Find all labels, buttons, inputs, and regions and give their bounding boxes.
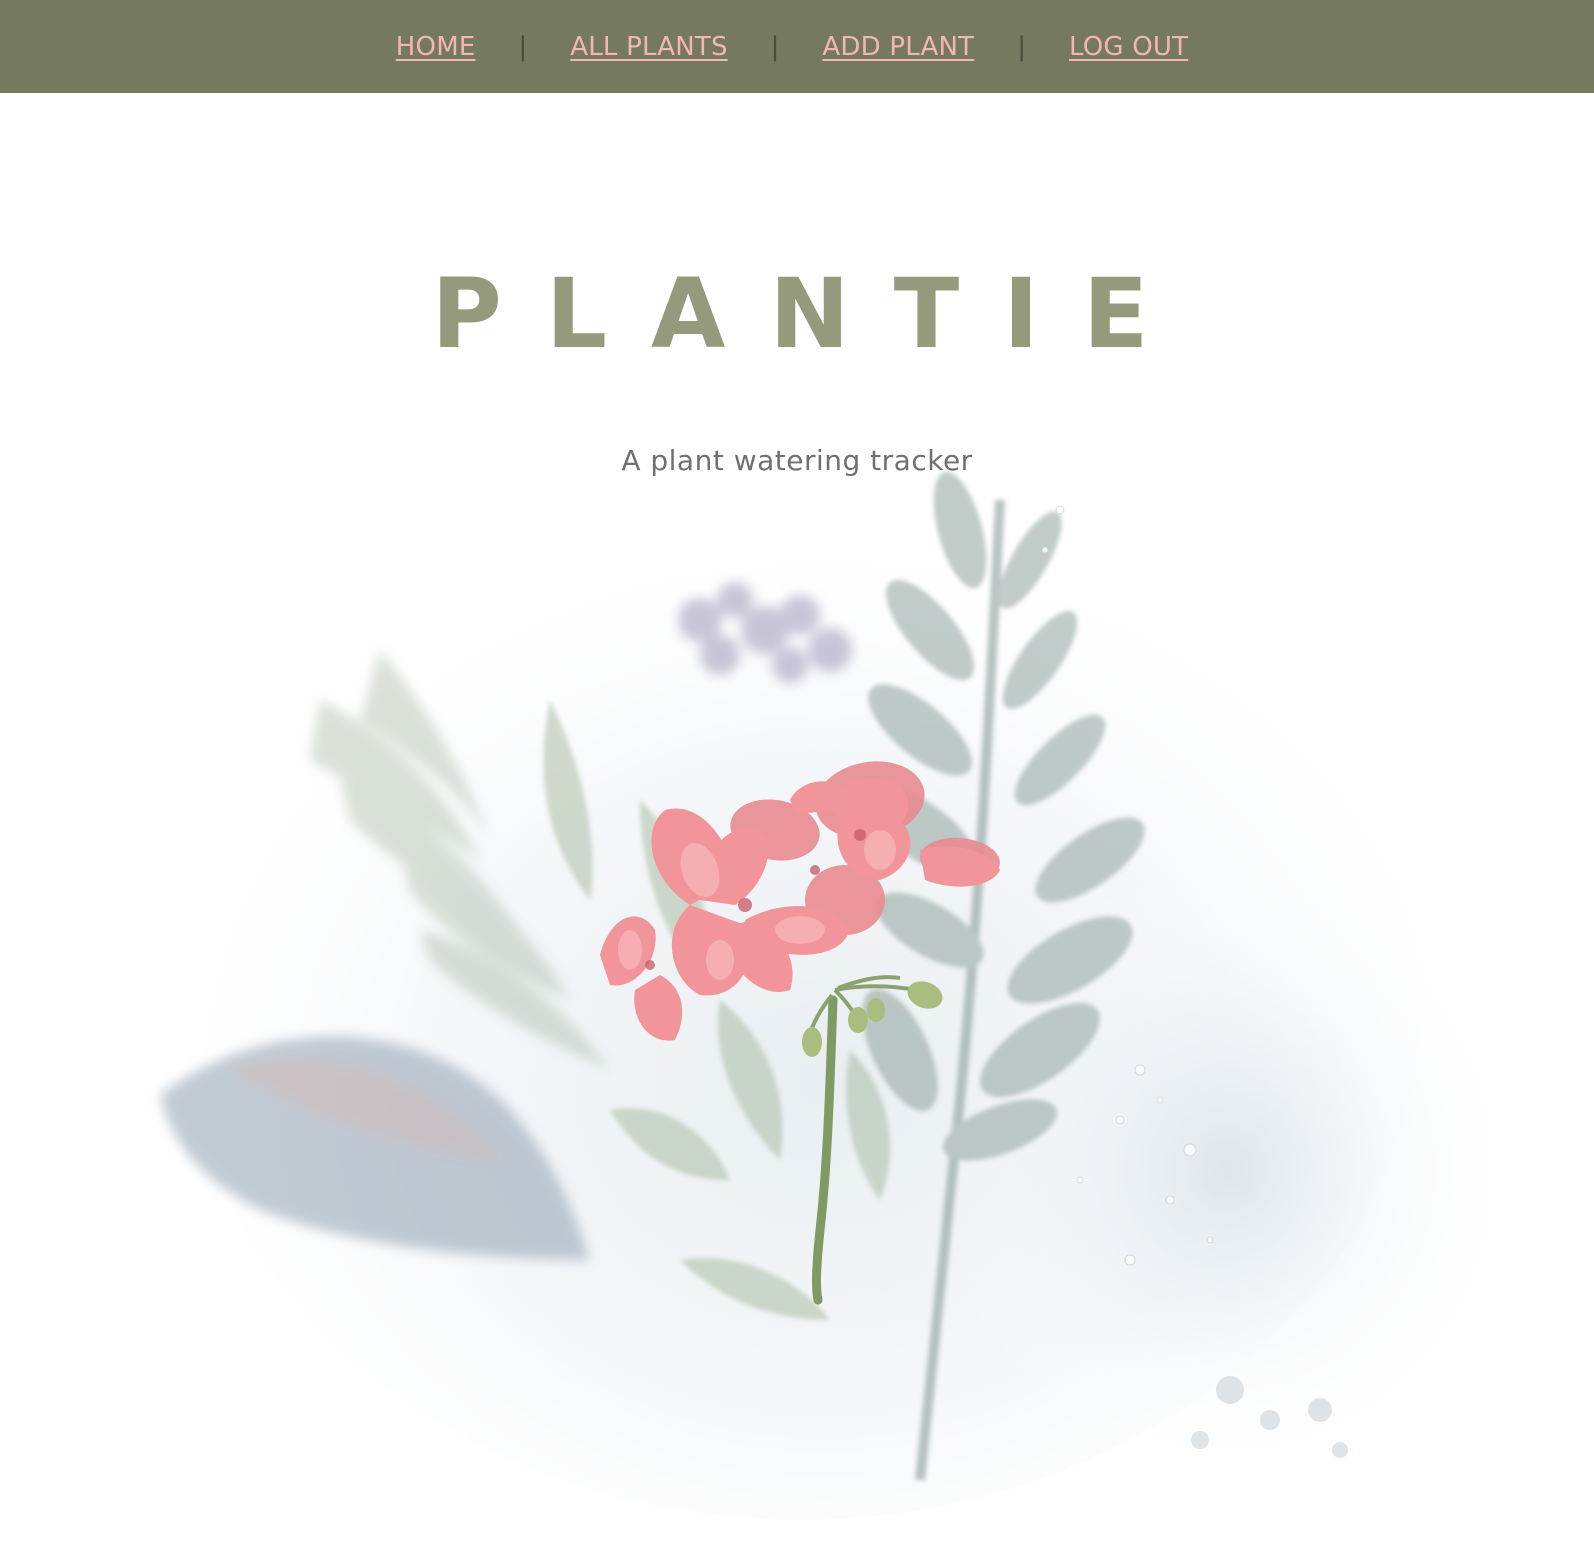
nav-log-out-link[interactable]: LOG OUT (1069, 32, 1188, 62)
tagline: A plant watering tracker (621, 444, 973, 477)
nav-separator: | (518, 31, 528, 62)
top-navbar: HOME | ALL PLANTS | ADD PLANT | LOG OUT (0, 0, 1594, 93)
page-title: PLANTIE (431, 258, 1193, 370)
nav-separator: | (770, 31, 780, 62)
nav-add-plant-link[interactable]: ADD PLANT (822, 32, 974, 62)
nav-separator: | (1017, 31, 1026, 62)
nav-home-link[interactable]: HOME (396, 32, 476, 62)
nav-links: HOME | ALL PLANTS | ADD PLANT | LOG OUT (396, 32, 1188, 62)
nav-all-plants-link[interactable]: ALL PLANTS (570, 32, 727, 62)
